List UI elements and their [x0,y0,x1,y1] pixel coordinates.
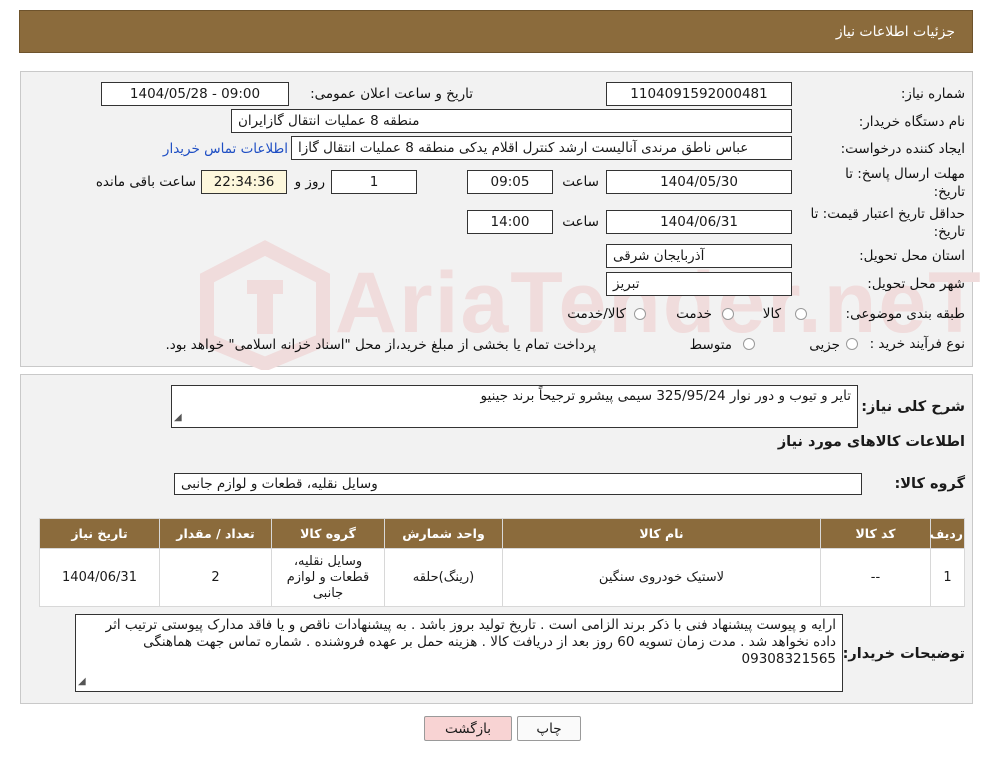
process-option-medium: متوسط [689,337,732,353]
creator-label: ایجاد کننده درخواست: [840,141,965,157]
col-header-row-number: ردیف [930,518,965,549]
announce-datetime-field[interactable]: 1404/05/28 - 09:00 [101,82,289,106]
validity-label-date: تاریخ: [933,224,965,240]
process-radio-medium[interactable] [743,338,755,350]
back-button[interactable]: بازگشت [424,716,512,741]
province-label: استان محل تحویل: [859,248,965,264]
process-radio-small[interactable] [846,338,858,350]
goods-info-title: اطلاعات کالاهای مورد نیاز [777,434,965,450]
cell-need-date: 1404/06/31 [39,548,160,607]
col-header-need-date: تاریخ نیاز [39,518,160,549]
items-table: ردیف کد کالا نام کالا واحد شمارش گروه کا… [39,518,965,607]
city-label: شهر محل تحویل: [867,276,965,292]
col-header-code: کد کالا [820,518,931,549]
goods-group-field[interactable]: وسایل نقلیه، قطعات و لوازم جانبی [174,473,862,495]
category-radio-goods-service[interactable] [634,308,646,320]
print-button[interactable]: چاپ [517,716,581,741]
table-header-row: ردیف کد کالا نام کالا واحد شمارش گروه کا… [39,518,965,549]
category-label: طبقه بندی موضوعی: [845,306,965,322]
col-header-group: گروه کالا [271,518,385,549]
process-option-small: جزیی [809,337,840,353]
deadline-label-date: تاریخ: [933,184,965,200]
process-label: نوع فرآیند خرید : [869,336,965,352]
items-table-wrapper: ردیف کد کالا نام کالا واحد شمارش گروه کا… [39,518,965,607]
cell-code: -- [820,548,931,607]
days-label: روز و [294,174,325,190]
remaining-label: ساعت باقی مانده [95,174,196,190]
category-radio-service[interactable] [722,308,734,320]
summary-text: تایر و تیوب و دور نوار 325/95/24 سیمی پی… [480,388,851,404]
deadline-date-field[interactable]: 1404/05/30 [606,170,792,194]
summary-label: شرح کلی نیاز: [861,399,965,415]
announce-label: تاریخ و ساعت اعلان عمومی: [310,86,473,102]
resize-grip-icon[interactable]: ◢ [174,409,182,426]
buyer-org-field[interactable]: منطقه 8 عملیات انتقال گازایران [231,109,792,133]
goods-group-label: گروه کالا: [894,476,965,492]
process-note: پرداخت تمام یا بخشی از مبلغ خرید،از محل … [165,337,596,353]
col-header-name: نام کالا [502,518,821,549]
category-option-goods: کالا [762,306,781,322]
cell-unit: (رینگ)حلقه [384,548,503,607]
remaining-time-field: 22:34:36 [201,170,287,194]
resize-grip-icon[interactable]: ◢ [78,673,86,690]
category-radio-goods[interactable] [795,308,807,320]
validity-label: حداقل تاریخ اعتبار قیمت: تا [810,206,965,222]
cell-group: وسایل نقلیه، قطعات و لوازم جانبی [271,548,385,607]
need-number-field[interactable]: 1104091592000481 [606,82,792,106]
col-header-quantity: تعداد / مقدار [159,518,272,549]
header-bar [19,10,973,53]
province-field[interactable]: آذربایجان شرقی [606,244,792,268]
creator-field[interactable]: عباس ناطق مرندی آنالیست ارشد کنترل اقلام… [291,136,792,160]
buyer-contact-link[interactable]: اطلاعات تماس خریدار [163,141,288,157]
buyer-notes-label: توضیحات خریدار: [842,646,965,662]
city-field[interactable]: تبریز [606,272,792,296]
cell-quantity: 2 [159,548,272,607]
col-header-unit: واحد شمارش [384,518,503,549]
days-field[interactable]: 1 [331,170,417,194]
summary-field[interactable]: تایر و تیوب و دور نوار 325/95/24 سیمی پی… [171,385,858,428]
validity-time-label: ساعت [562,214,599,230]
buyer-notes-field[interactable]: ارایه و پیوست پیشنهاد فنی با ذکر برند ال… [75,614,843,692]
table-row: 1 -- لاستیک خودروی سنگین (رینگ)حلقه وسای… [39,548,965,607]
category-option-goods-service: کالا/خدمت [567,306,626,322]
deadline-label: مهلت ارسال پاسخ: تا [845,166,965,182]
deadline-time-label: ساعت [562,174,599,190]
page-title: جزئیات اطلاعات نیاز [835,24,955,40]
validity-time-field[interactable]: 14:00 [467,210,553,234]
need-number-label: شماره نیاز: [900,86,965,102]
category-option-service: خدمت [676,306,712,322]
buyer-notes-text: ارایه و پیوست پیشنهاد فنی با ذکر برند ال… [105,617,836,667]
deadline-time-field[interactable]: 09:05 [467,170,553,194]
cell-name: لاستیک خودروی سنگین [502,548,821,607]
buyer-org-label: نام دستگاه خریدار: [858,114,965,130]
cell-row-number: 1 [930,548,965,607]
validity-date-field[interactable]: 1404/06/31 [606,210,792,234]
